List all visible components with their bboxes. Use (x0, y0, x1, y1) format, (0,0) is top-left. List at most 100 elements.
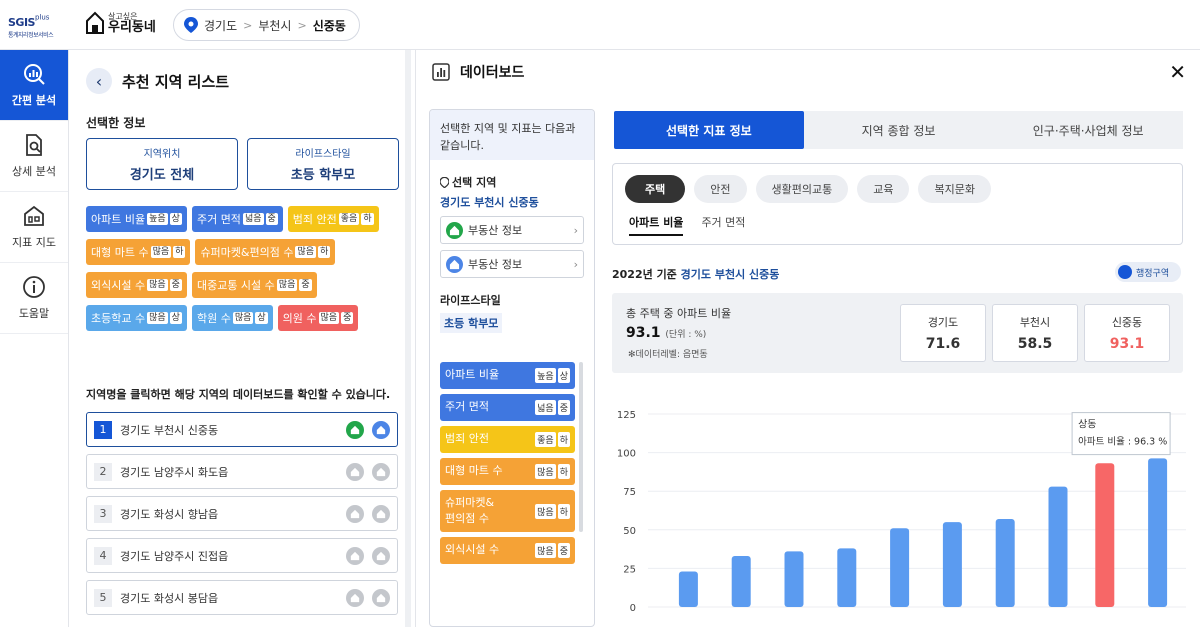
lifestyle-value: 초등 학부모 (290, 168, 356, 183)
indicator-tag[interactable]: 대중교통 시설 수 많음 중 (191, 272, 317, 298)
breadcrumb-province[interactable]: 경기도 (204, 17, 237, 34)
region-rank: 2 (94, 462, 112, 481)
house-icon[interactable] (346, 420, 364, 439)
y-tick-label: 0 (630, 603, 636, 614)
region-name: 경기도 부천시 신중동 (120, 423, 219, 437)
region-item[interactable]: 5 경기도 화성시 봉담읍 (86, 580, 398, 615)
house-icon[interactable] (372, 546, 390, 565)
subtab-apartment-ratio[interactable]: 아파트 비율 (629, 214, 684, 236)
location-breadcrumb[interactable]: 경기도 > 부천시 > 신중동 (173, 9, 360, 41)
bar[interactable] (1148, 458, 1168, 607)
real-estate-button-sale[interactable]: 부동산 정보 › (440, 216, 584, 244)
bar[interactable] (784, 551, 804, 607)
indicator-tag[interactable]: 범죄 안전 좋음 하 (287, 206, 379, 232)
region-item[interactable]: 3 경기도 화성시 향남읍 (86, 496, 398, 531)
tag-chip: 많음 (232, 311, 254, 325)
toggle-knob (1118, 265, 1132, 279)
tag-label: 아파트 비율 (91, 213, 146, 226)
nav-item-quick-analysis[interactable]: 간편 분석 (0, 50, 68, 121)
bar[interactable] (1048, 486, 1068, 607)
indicator-tag[interactable]: 슈퍼마켓&편의점 수 많음 하 (195, 239, 336, 265)
indicator-tag[interactable]: 주거 면적 넓음 중 (191, 206, 283, 232)
house-icon[interactable] (372, 420, 390, 439)
bar[interactable] (942, 522, 962, 607)
region-rank: 3 (94, 504, 112, 523)
metric-item[interactable]: 아파트 비율 높음 상 (440, 362, 575, 389)
tab-region-summary[interactable]: 지역 종합 정보 (804, 111, 994, 149)
house-icon[interactable] (346, 546, 364, 565)
metric-chips: 좋음 하 (535, 432, 570, 447)
nav-label: 상세 분석 (12, 165, 56, 178)
nav-item-help[interactable]: 도움말 (0, 263, 68, 334)
house-icon[interactable] (346, 462, 364, 481)
indicator-tag[interactable]: 외식시설 수 많음 중 (86, 272, 187, 298)
selected-region-label: 선택 지역 (430, 174, 594, 190)
region-name: 경기도 화성시 봉담읍 (120, 591, 219, 605)
subtab-housing-area[interactable]: 주거 면적 (701, 214, 745, 236)
year-prefix: 2022년 기준 (612, 268, 677, 281)
chart-search-icon (24, 64, 45, 85)
category-box: 주택 안전 생활편의교통 교육 복지문화 아파트 비율 주거 면적 (612, 163, 1183, 245)
compare-name: 경기도 (927, 316, 959, 329)
house-icon[interactable] (346, 588, 364, 607)
sub-tabs: 아파트 비율 주거 면적 (629, 214, 745, 236)
metric-chip: 하 (557, 464, 570, 479)
indicator-tag[interactable]: 대형 마트 수 많음 하 (86, 239, 191, 265)
close-icon[interactable]: ✕ (1169, 60, 1186, 84)
brand-logo[interactable]: 살고싶은 우리동네 (86, 11, 156, 35)
metric-item[interactable]: 주거 면적 넓음 중 (440, 394, 575, 421)
house-icon[interactable] (372, 504, 390, 523)
indicator-tag[interactable]: 아파트 비율 높음 상 (86, 206, 187, 232)
metric-label: 아파트 비율 (445, 368, 500, 382)
bar[interactable] (678, 571, 698, 607)
house-icon[interactable] (346, 504, 364, 523)
tab-selected-indicator[interactable]: 선택한 지표 정보 (614, 111, 804, 149)
bar[interactable] (837, 548, 857, 607)
breadcrumb-dong[interactable]: 신중동 (313, 17, 346, 34)
category-convenience[interactable]: 생활편의교통 (755, 175, 849, 203)
recommend-panel: ‹ 추천 지역 리스트 선택한 정보 지역위치 경기도 전체 라이프스타일 초등… (69, 50, 411, 627)
summary-label: 총 주택 중 아파트 비율 (626, 307, 732, 320)
metric-item[interactable]: 슈퍼마켓& 편의점 수 많음 하 (440, 490, 575, 532)
house-icon[interactable] (372, 588, 390, 607)
category-housing[interactable]: 주택 (625, 175, 686, 203)
location-box[interactable]: 지역위치 경기도 전체 (86, 138, 238, 190)
tag-chip: 많음 (147, 311, 168, 325)
region-item[interactable]: 4 경기도 남양주시 진접읍 (86, 538, 398, 573)
sgis-logo[interactable]: SGISplus 통계지리정보서비스 (8, 11, 64, 39)
lifestyle-pill: 초등 학부모 (440, 313, 503, 333)
bar[interactable] (1095, 463, 1115, 607)
bar[interactable] (995, 518, 1015, 607)
nav-item-indicator-map[interactable]: 지표 지도 (0, 192, 68, 263)
summary-value-row: 93.1 (단위 : %) (626, 325, 706, 341)
category-education[interactable]: 교육 (857, 175, 910, 203)
tab-population-housing[interactable]: 인구·주택·사업체 정보 (993, 111, 1183, 149)
indicator-tag[interactable]: 초등학교 수 많음 상 (86, 305, 187, 331)
region-item[interactable]: 1 경기도 부천시 신중동 (86, 412, 398, 447)
nav-item-detail-analysis[interactable]: 상세 분석 (0, 121, 68, 192)
category-welfare[interactable]: 복지문화 (918, 175, 991, 203)
info-intro: 선택한 지역 및 지표는 다음과 같습니다. (430, 110, 594, 160)
breadcrumb-city[interactable]: 부천시 (258, 17, 291, 34)
lifestyle-label: 라이프스타일 (295, 149, 351, 160)
category-safety[interactable]: 안전 (694, 175, 747, 203)
tag-chip: 중 (341, 311, 354, 325)
nav-label: 지표 지도 (12, 236, 56, 249)
tag-chip: 많음 (295, 245, 317, 259)
bar[interactable] (890, 528, 910, 607)
metric-item[interactable]: 대형 마트 수 많음 하 (440, 458, 575, 485)
metric-scrollbar[interactable] (579, 362, 583, 532)
metric-item[interactable]: 범죄 안전 좋음 하 (440, 426, 575, 453)
indicator-tag[interactable]: 학원 수 많음 상 (191, 305, 273, 331)
lifestyle-box[interactable]: 라이프스타일 초등 학부모 (247, 138, 399, 190)
house-icon[interactable] (372, 462, 390, 481)
tag-chip: 많음 (276, 278, 298, 292)
admin-toggle[interactable]: 행정구역 (1115, 262, 1181, 282)
indicator-tag[interactable]: 의원 수 많음 중 (277, 305, 359, 331)
real-estate-button-rent[interactable]: 부동산 정보 › (440, 250, 584, 278)
bar[interactable] (731, 556, 751, 607)
tag-chip: 중 (169, 278, 182, 292)
metric-item[interactable]: 외식시설 수 많음 중 (440, 537, 575, 564)
back-button[interactable]: ‹ (86, 68, 112, 94)
region-item[interactable]: 2 경기도 남양주시 화도읍 (86, 454, 398, 489)
